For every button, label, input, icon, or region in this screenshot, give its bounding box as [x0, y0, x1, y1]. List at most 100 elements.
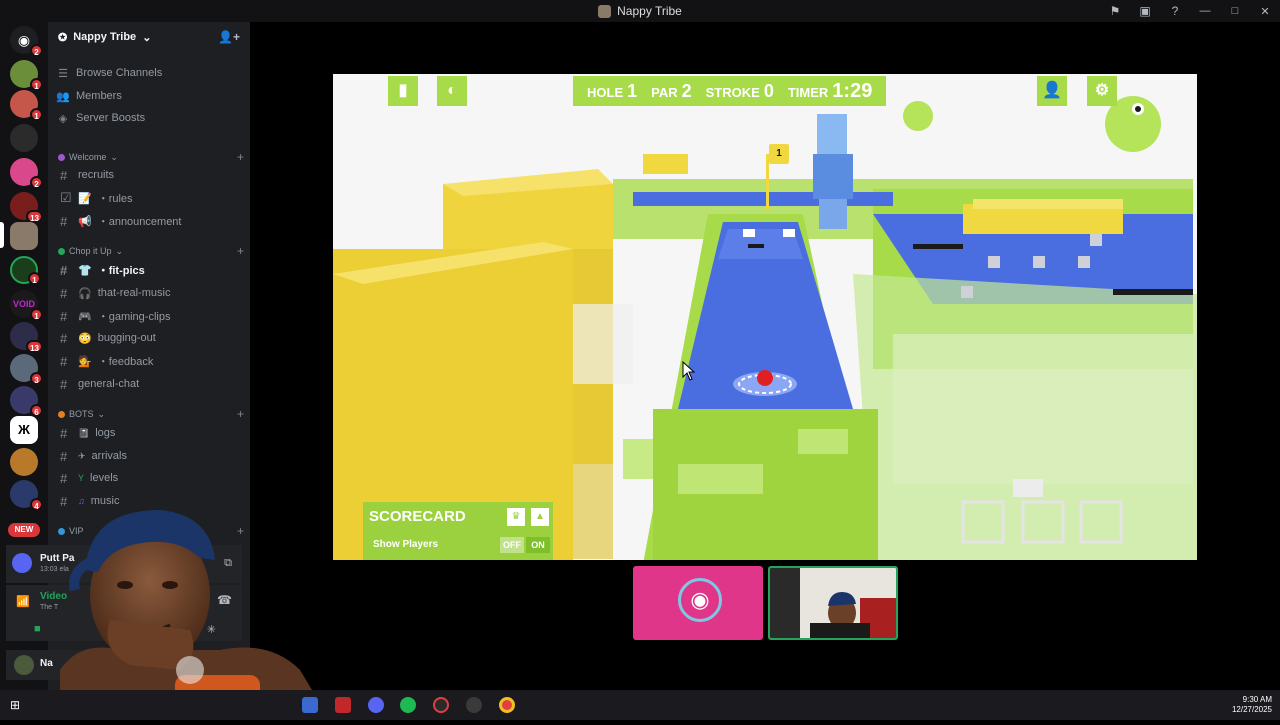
- channel-levels[interactable]: # Y levels: [56, 468, 242, 488]
- channel-announcement[interactable]: # 📢 ・announcement: [56, 211, 242, 231]
- hole-flag-badge: 1: [769, 144, 789, 164]
- server-boosts-item[interactable]: ◈ Server Boosts: [56, 108, 145, 128]
- channel-label: ・fit-pics: [97, 265, 145, 277]
- trophy-icon[interactable]: ♛: [507, 508, 525, 526]
- taskbar-obs-icon[interactable]: [466, 697, 482, 713]
- category-welcome[interactable]: Welcome ⌄ +: [58, 150, 244, 164]
- add-channel-icon[interactable]: +: [237, 244, 244, 258]
- hash-icon: #: [60, 470, 68, 486]
- server-icon[interactable]: Ж: [10, 416, 38, 444]
- channel-label: general-chat: [78, 378, 140, 390]
- windows-taskbar: ⊞ 9:30 AM 12/27/2025: [0, 690, 1280, 720]
- server-icon[interactable]: 13: [10, 192, 43, 223]
- server-icon[interactable]: 13: [10, 322, 43, 353]
- hash-icon: #: [60, 213, 68, 229]
- server-icon-selected[interactable]: [10, 222, 38, 250]
- participant-tile-webcam[interactable]: [768, 566, 898, 640]
- channel-that-real-music[interactable]: # 🎧 that-real-music: [56, 283, 242, 303]
- par-value: 2: [681, 80, 692, 101]
- server-icon[interactable]: 1: [10, 256, 41, 285]
- camera-view-button[interactable]: ◐: [437, 76, 467, 106]
- taskbar-app-icon[interactable]: [433, 697, 449, 713]
- taskbar-chrome-icon[interactable]: [499, 697, 515, 713]
- game-hud: HOLE 1 PAR 2 STROKE 0 TIMER 1:29: [573, 76, 887, 106]
- hash-icon: #: [60, 167, 68, 183]
- server-icon[interactable]: 1: [10, 60, 43, 91]
- inbox-icon[interactable]: ▣: [1130, 4, 1160, 18]
- channel-arrivals[interactable]: # ✈ arrivals: [56, 446, 242, 466]
- server-icon[interactable]: [10, 448, 38, 476]
- show-players-on-toggle[interactable]: ON: [526, 537, 550, 553]
- category-chop-it-up[interactable]: Chop it Up ⌄ +: [58, 244, 244, 258]
- server-icon: [598, 4, 612, 18]
- settings-gear-icon[interactable]: ⚙: [1087, 76, 1117, 106]
- discord-home-icon[interactable]: ◉ 2: [10, 26, 43, 57]
- rules-icon: ☑: [60, 190, 72, 205]
- help-icon[interactable]: ?: [1160, 4, 1190, 18]
- hash-icon: #: [60, 425, 68, 441]
- channel-feedback[interactable]: # 💁 ・feedback: [56, 351, 242, 371]
- channel-fit-pics[interactable]: # 👕 ・fit-pics: [56, 260, 242, 280]
- minimize-button[interactable]: —: [1190, 5, 1220, 17]
- close-button[interactable]: ✕: [1250, 5, 1280, 18]
- new-badge: NEW: [8, 523, 40, 537]
- server-boosts-icon: ◈: [58, 112, 68, 125]
- category-bots[interactable]: BOTS ⌄ +: [58, 407, 244, 421]
- timer-label: TIMER: [787, 84, 829, 100]
- levels-icon: Y: [78, 473, 85, 483]
- server-icon[interactable]: 1: [10, 90, 43, 121]
- avatar[interactable]: [14, 655, 34, 675]
- server-icon[interactable]: VOID 1: [10, 290, 43, 321]
- server-icon[interactable]: 6: [10, 386, 43, 417]
- server-icon[interactable]: 2: [10, 158, 43, 189]
- add-player-button[interactable]: 👤: [1037, 76, 1067, 106]
- system-clock[interactable]: 9:30 AM 12/27/2025: [1232, 695, 1272, 715]
- channel-logs[interactable]: # 📓 logs: [56, 423, 242, 443]
- maximize-button[interactable]: □: [1220, 5, 1250, 17]
- show-players-label: Show Players: [373, 539, 439, 550]
- server-header[interactable]: ✪ Nappy Tribe ⌄ 👤+: [48, 22, 250, 52]
- channel-general-chat[interactable]: # general-chat: [56, 374, 242, 394]
- channel-gaming-clips[interactable]: # 🎮 ・gaming-clips: [56, 306, 242, 326]
- flag-icon[interactable]: ⚑: [1100, 4, 1130, 18]
- notification-badge: 1: [30, 78, 43, 91]
- verified-icon: ✪: [58, 31, 68, 44]
- channel-label: levels: [90, 472, 119, 484]
- nav-label: Browse Channels: [76, 67, 163, 79]
- channel-recruits[interactable]: # recruits: [56, 165, 242, 185]
- headphones-icon: 🎧: [78, 287, 92, 300]
- browse-channels-item[interactable]: ☰ Browse Channels: [56, 63, 162, 83]
- notification-badge: 1: [30, 308, 43, 321]
- add-channel-icon[interactable]: +: [237, 150, 244, 164]
- members-item[interactable]: 👥 Members: [56, 86, 122, 106]
- taskbar-app-icon[interactable]: [335, 697, 351, 713]
- game-viewport[interactable]: ▮ ◐ HOLE 1 PAR 2 STROKE 0 TIMER 1:29 1 👤 ⚙ S…: [333, 74, 1197, 560]
- channel-bugging-out[interactable]: # 😳 bugging-out: [56, 328, 242, 348]
- notification-badge: 1: [30, 108, 43, 121]
- server-icon[interactable]: [10, 124, 38, 152]
- server-icon[interactable]: 3: [10, 354, 43, 385]
- purple-dot-icon: [58, 153, 65, 161]
- channel-label: that-real-music: [97, 287, 171, 299]
- chevron-up-icon[interactable]: ▲: [531, 508, 549, 526]
- participant-tile-activity[interactable]: ◉: [633, 566, 763, 640]
- notification-badge: 2: [30, 44, 43, 57]
- invite-people-icon[interactable]: 👤+: [218, 30, 240, 44]
- add-channel-icon[interactable]: +: [237, 407, 244, 421]
- taskbar-app-icon[interactable]: [302, 697, 318, 713]
- channel-label: ・feedback: [97, 356, 154, 368]
- taskbar-discord-icon[interactable]: [368, 697, 384, 713]
- flag-number: 1: [776, 148, 782, 159]
- show-players-off-toggle[interactable]: OFF: [500, 537, 524, 553]
- green-dot-icon: [58, 247, 65, 255]
- members-icon: 👥: [56, 90, 70, 103]
- category-label: Welcome: [69, 152, 107, 162]
- server-icon[interactable]: 4: [10, 480, 43, 511]
- scorecard-toggle-button[interactable]: ▮: [388, 76, 418, 106]
- clock-time: 9:30 AM: [1242, 695, 1272, 704]
- channel-rules[interactable]: ☑ 📝 ・rules: [56, 188, 242, 208]
- taskbar-spotify-icon[interactable]: [400, 697, 416, 713]
- stroke-value: 0: [763, 80, 774, 101]
- start-button[interactable]: ⊞: [10, 698, 20, 712]
- clock-date: 12/27/2025: [1231, 705, 1272, 714]
